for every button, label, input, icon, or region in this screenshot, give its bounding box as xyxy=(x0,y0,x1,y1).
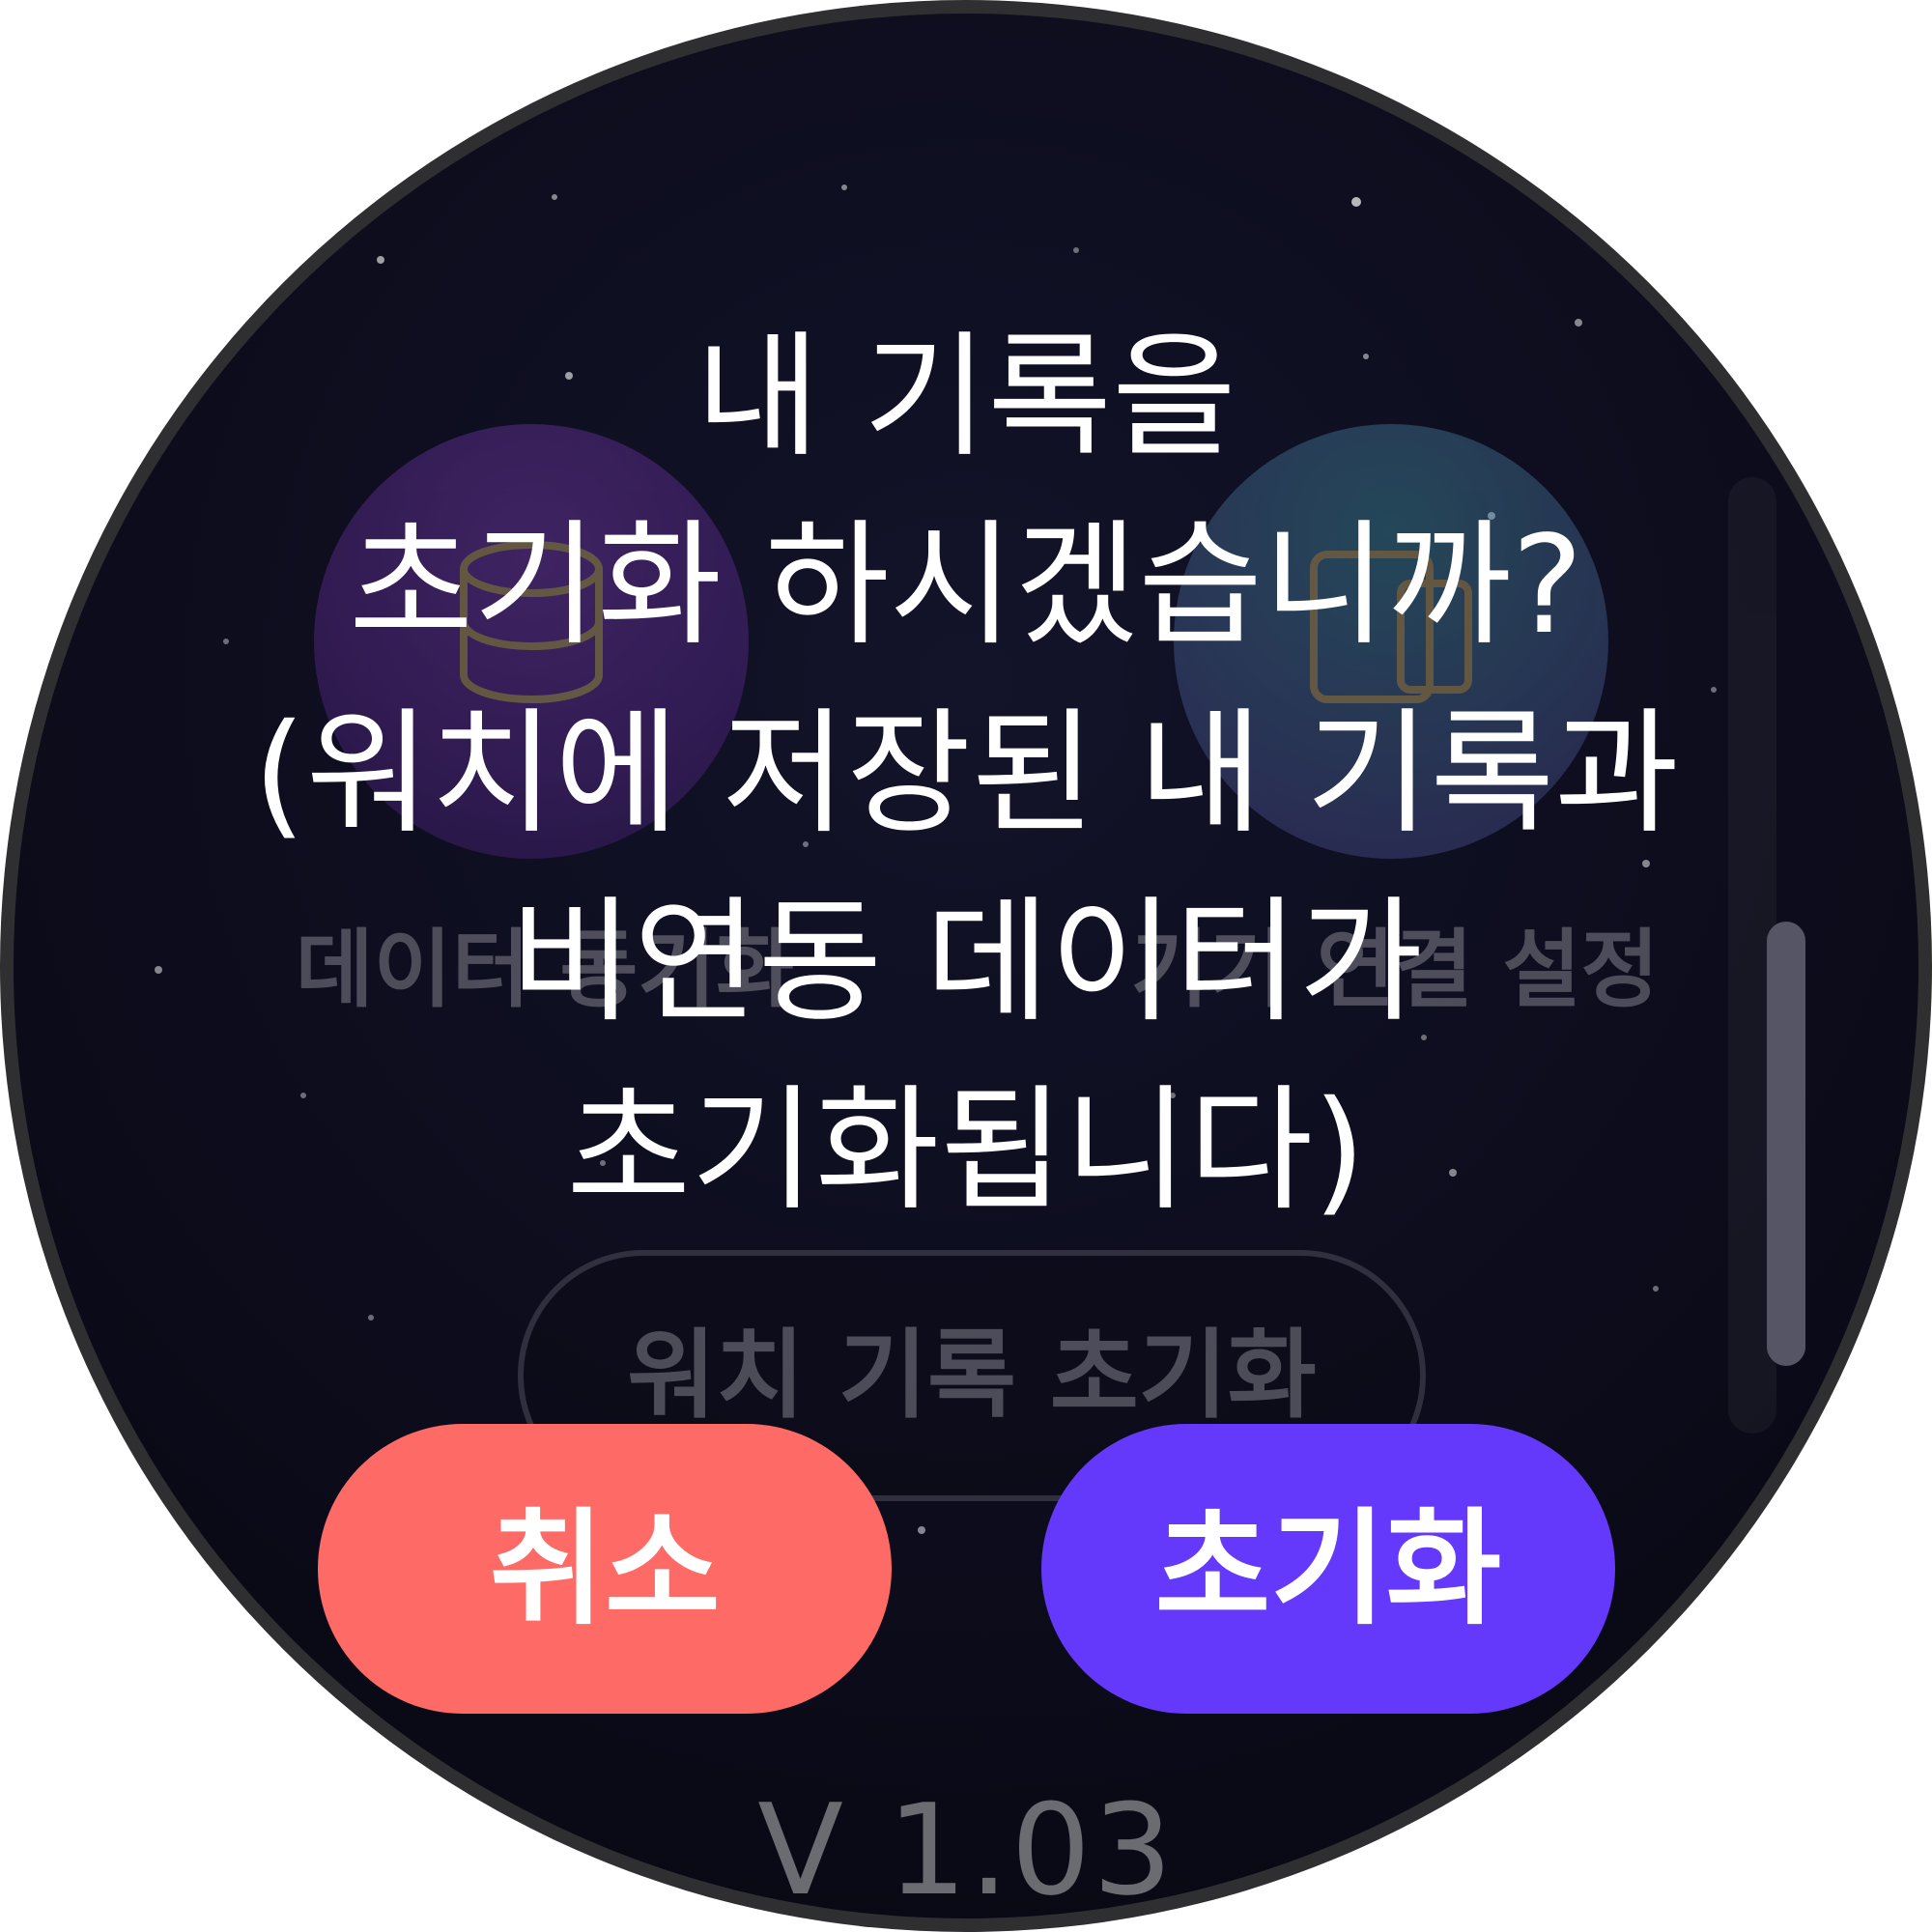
message-line: 초기화됩니다) xyxy=(566,1072,1366,1230)
watch-screen: 데이터 동기화 기기 연결 설정 워치 기록 초기화 내 기록을 초기화 하시겠… xyxy=(14,14,1918,1918)
cancel-button[interactable]: 취소 xyxy=(318,1424,892,1714)
app-version: V 1.03 xyxy=(757,1776,1175,1918)
reset-confirmation-message: 내 기록을 초기화 하시겠습니까? (워치에 저장된 내 기록과 비연동 데이터… xyxy=(158,303,1774,1245)
message-line: 내 기록을 xyxy=(696,319,1236,476)
message-line: (워치에 저장된 내 기록과 xyxy=(252,696,1680,853)
message-line: 비연동 데이터가 xyxy=(508,884,1424,1041)
confirm-reset-button[interactable]: 초기화 xyxy=(1041,1424,1615,1714)
message-line: 초기화 하시겠습니까? xyxy=(348,507,1583,665)
